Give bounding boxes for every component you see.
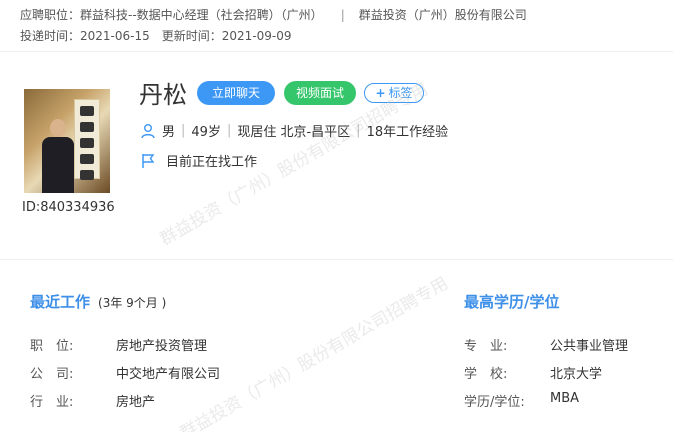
job-status: 目前正在找工作 [140, 151, 257, 170]
update-value: 2021-09-09 [221, 29, 292, 43]
gender: 男 [162, 125, 176, 140]
application-info-line: 应聘职位：群益科技--数据中心经理（社会招聘）（广州） | 群益投资（广州）股份有限… [20, 6, 527, 23]
application-header: 应聘职位：群益科技--数据中心经理（社会招聘）（广州） | 群益投资（广州）股份有限… [0, 0, 673, 52]
meta-divider: | [181, 123, 186, 138]
header-separator: | [340, 8, 345, 22]
work-position-value: 房地产投资管理 [116, 339, 208, 354]
add-tag-button[interactable]: + 标签 [364, 83, 424, 103]
age: 49岁 [191, 125, 221, 140]
profile-card: ID:840334936 丹松 立即聊天 视频面试 + 标签 男 | 49岁 | … [0, 53, 673, 258]
avatar [24, 89, 110, 193]
person-figure [42, 119, 74, 193]
company-name: 群益投资（广州）股份有限公司 [358, 8, 527, 22]
time-info-line: 投递时间：2021-06-15 更新时间：2021-09-09 [20, 27, 292, 44]
edu-degree-label: 学历/学位: [464, 395, 525, 410]
work-industry-label: 行 业: [30, 395, 74, 410]
work-position-label: 职 位: [30, 339, 74, 354]
position-label: 应聘职位： [20, 8, 81, 22]
watermark-bottom: 群益投资（广州）股份有限公司招聘专用 [176, 273, 452, 432]
video-interview-button[interactable]: 视频面试 [284, 81, 356, 105]
edu-school-value: 北京大学 [550, 367, 603, 382]
edu-degree-value: MBA [550, 391, 580, 406]
plus-icon: + [375, 86, 386, 100]
education-title: 最高学历/学位 [464, 293, 560, 311]
delivery-value: 2021-06-15 [80, 29, 150, 43]
tag-label: 标签 [388, 86, 413, 100]
candidate-id: ID:840334936 [22, 200, 115, 215]
chat-now-button[interactable]: 立即聊天 [197, 81, 275, 105]
experience: 18年工作经验 [366, 125, 449, 140]
recent-work-heading: 最近工作 [30, 293, 91, 311]
work-company-value: 中交地产有限公司 [116, 367, 221, 382]
section-divider [0, 259, 673, 260]
work-duration: (3年 9个月 ) [98, 296, 167, 310]
meta-divider: | [356, 123, 361, 138]
job-status-text: 目前正在找工作 [166, 155, 258, 170]
calligraphy-scroll [74, 99, 100, 180]
update-label: 更新时间： [161, 29, 222, 43]
user-icon [141, 123, 155, 138]
residence: 现居住 北京-昌平区 [237, 125, 351, 140]
work-company-label: 公 司: [30, 367, 74, 382]
candidate-name: 丹松 [139, 81, 187, 109]
recent-work-title: 最近工作 (3年 9个月 ) [30, 291, 166, 312]
flag-icon [142, 153, 155, 168]
work-industry-value: 房地产 [116, 395, 156, 410]
edu-school-label: 学 校: [464, 367, 508, 382]
candidate-meta: 男 | 49岁 | 现居住 北京-昌平区 | 18年工作经验 [140, 121, 448, 140]
position-value: 群益科技--数据中心经理（社会招聘）（广州） [80, 8, 323, 22]
edu-major-value: 公共事业管理 [550, 339, 629, 354]
delivery-label: 投递时间： [20, 29, 81, 43]
edu-major-label: 专 业: [464, 339, 508, 354]
meta-divider: | [226, 123, 232, 138]
